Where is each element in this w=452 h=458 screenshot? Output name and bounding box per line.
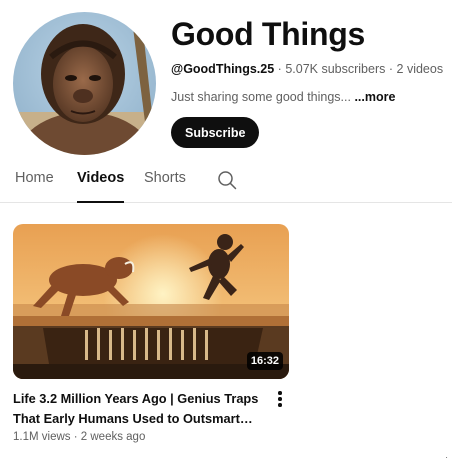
video-duration: 16:32 <box>246 352 283 370</box>
channel-info: Good Things @GoodThings.25 · 5.07K subsc… <box>171 14 446 148</box>
channel-meta: @GoodThings.25 · 5.07K subscribers · 2 v… <box>171 61 446 77</box>
channel-title: Good Things <box>171 16 365 52</box>
video-title[interactable]: Life 3.2 Million Years Ago | Genius Trap… <box>13 389 263 429</box>
video-thumbnail[interactable]: 16:32 <box>13 224 289 379</box>
more-link[interactable]: ...more <box>354 90 395 104</box>
tab-shorts[interactable]: Shorts <box>144 170 186 203</box>
channel-tabs: Home Videos Shorts <box>0 162 452 203</box>
description-text: Just sharing some good things... <box>171 90 351 104</box>
channel-avatar[interactable] <box>13 12 156 155</box>
avatar-image <box>13 12 156 155</box>
meta-separator: · <box>277 62 282 76</box>
tab-videos[interactable]: Videos <box>77 170 125 203</box>
more-vert-icon[interactable] <box>275 391 285 409</box>
mouse-cursor-icon <box>446 450 451 458</box>
video-meta: 1.1M views · 2 weeks ago <box>13 431 145 443</box>
channel-handle: @GoodThings.25 <box>171 62 275 76</box>
channel-description: Just sharing some good things... ...more <box>171 89 446 105</box>
tab-home[interactable]: Home <box>15 170 54 203</box>
subscribe-button[interactable]: Subscribe <box>171 117 260 148</box>
video-count: 2 videos <box>396 62 444 76</box>
meta-separator: · <box>388 62 394 76</box>
search-icon[interactable] <box>217 170 237 190</box>
meta-separator: · <box>73 431 78 443</box>
video-views: 1.1M views <box>13 431 71 443</box>
video-age: 2 weeks ago <box>80 431 146 443</box>
subscriber-count: 5.07K subscribers <box>285 62 386 76</box>
video-card[interactable]: 16:32 Life 3.2 Million Years Ago | Geniu… <box>13 224 289 443</box>
